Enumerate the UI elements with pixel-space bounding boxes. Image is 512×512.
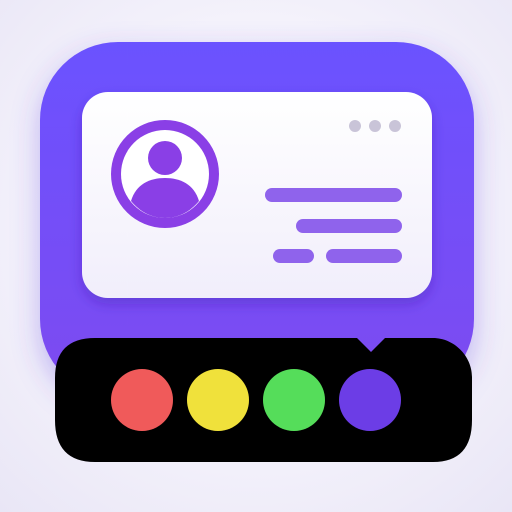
app-icon	[40, 42, 474, 462]
text-line-3-short	[273, 249, 314, 263]
text-line-3-long	[326, 249, 402, 263]
swatch-red	[111, 369, 173, 431]
profile-card	[82, 92, 432, 298]
avatar-icon	[111, 120, 219, 228]
swatch-yellow	[187, 369, 249, 431]
swatch-purple	[339, 369, 401, 431]
text-line-1	[265, 188, 402, 202]
more-dots-icon	[349, 120, 401, 132]
text-line-2	[296, 219, 402, 233]
swatch-green	[263, 369, 325, 431]
